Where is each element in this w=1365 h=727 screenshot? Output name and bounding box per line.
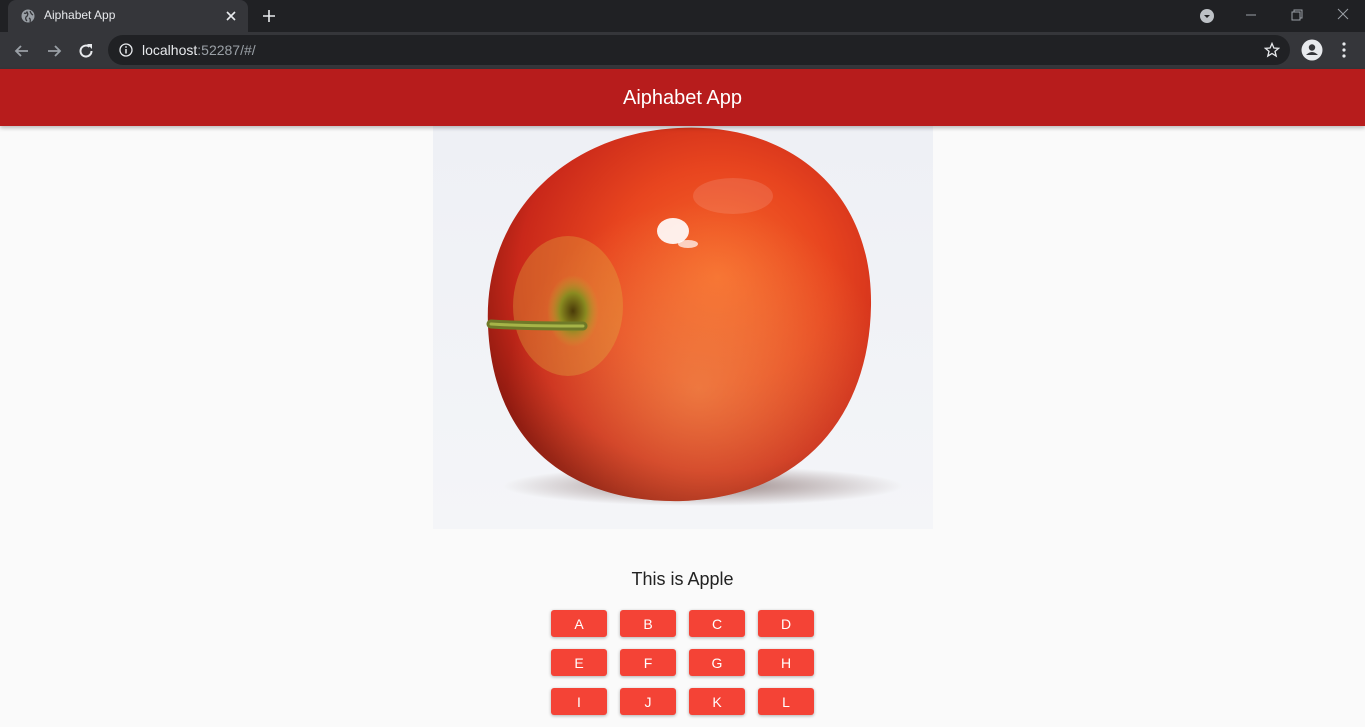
letter-button-d[interactable]: D [758,610,814,637]
letter-button-b[interactable]: B [620,610,676,637]
minimize-icon[interactable] [1241,6,1261,26]
letter-button-i[interactable]: I [551,688,607,715]
letter-button-g[interactable]: G [689,649,745,676]
tab-title: Aiphabet App [44,8,116,22]
letter-button-h[interactable]: H [758,649,814,676]
more-menu-icon[interactable] [1337,41,1351,59]
letter-button-a[interactable]: A [551,610,607,637]
app-title: Aiphabet App [623,87,742,109]
letter-button-c[interactable]: C [689,610,745,637]
caption: This is Apple [631,569,734,589]
tab-search-icon[interactable] [1199,8,1215,24]
letter-button-j[interactable]: J [620,688,676,715]
close-window-icon[interactable] [1333,6,1353,26]
site-info-icon[interactable] [119,43,133,57]
restore-icon[interactable] [1287,6,1307,26]
account-icon[interactable] [1301,39,1323,61]
apple-image [433,126,933,529]
forward-icon[interactable] [44,41,64,61]
url-text: localhost:52287/#/ [142,42,256,58]
bookmark-star-icon[interactable] [1264,42,1280,58]
address-bar[interactable]: localhost:52287/#/ [108,35,1290,65]
new-tab-icon[interactable] [261,8,277,24]
apple-illustration [433,126,933,529]
browser-tab[interactable]: Aiphabet App [8,0,248,32]
close-tab-icon[interactable] [224,9,238,23]
browser-tabstrip: Aiphabet App [0,0,1365,32]
reload-icon[interactable] [76,41,96,61]
back-icon[interactable] [12,41,32,61]
app-bar: Aiphabet App [0,69,1365,126]
letter-button-l[interactable]: L [758,688,814,715]
letter-button-k[interactable]: K [689,688,745,715]
browser-toolbar: localhost:52287/#/ [0,32,1365,69]
letter-button-e[interactable]: E [551,649,607,676]
letter-button-f[interactable]: F [620,649,676,676]
globe-icon [21,9,35,23]
